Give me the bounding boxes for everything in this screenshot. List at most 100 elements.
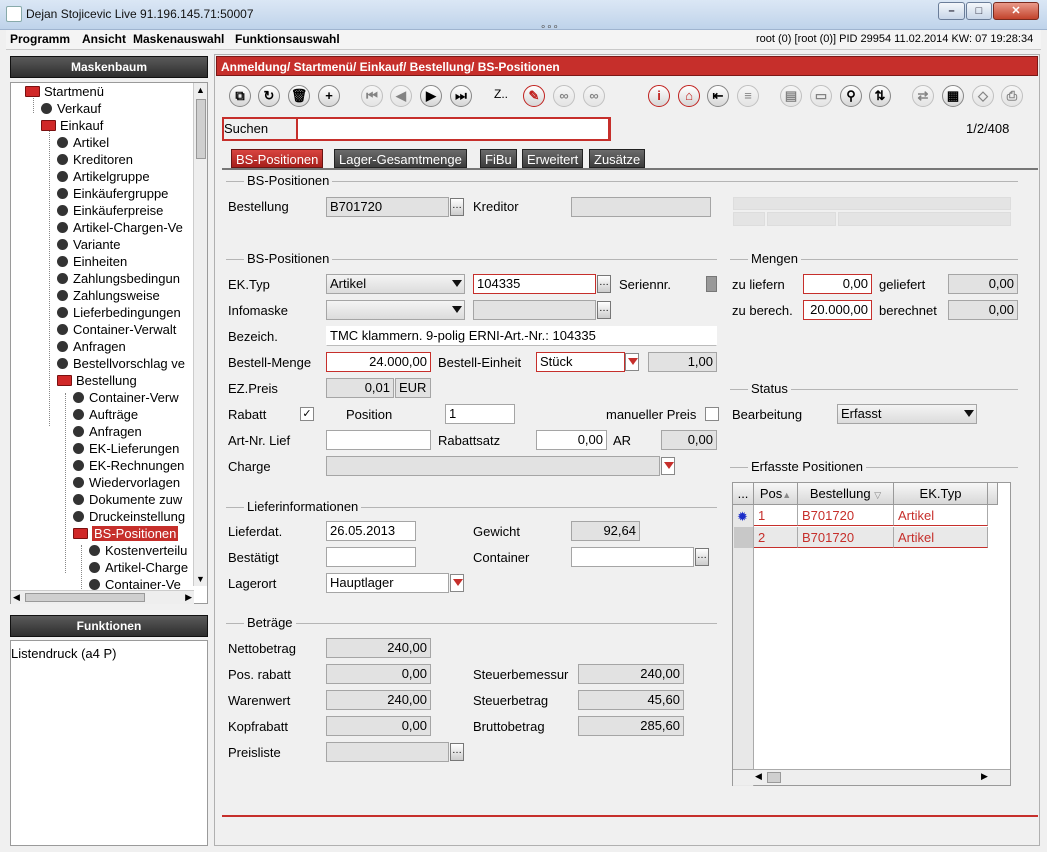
position-field[interactable]: 1 (445, 404, 515, 424)
charge-dropdown-icon[interactable] (661, 457, 675, 475)
menu-programm[interactable]: Programm (10, 32, 70, 46)
scroll-left-icon[interactable]: ◀ (13, 592, 20, 603)
add-icon[interactable]: + (318, 85, 340, 107)
kreditor-field[interactable] (571, 197, 711, 217)
delete-icon[interactable]: 🗑 (288, 85, 310, 107)
tree-item[interactable]: Kostenverteilu (89, 542, 187, 559)
next-record-icon[interactable]: ▶ (420, 85, 442, 107)
ezpreis-field[interactable]: 0,01 (326, 378, 394, 398)
prev-record-icon[interactable]: ◀ (390, 85, 412, 107)
tree-item[interactable]: Dokumente zuw (73, 491, 182, 508)
infomaske-select[interactable] (326, 300, 465, 320)
link-icon[interactable]: ∞ (553, 85, 575, 107)
zuberech-field[interactable]: 20.000,00 (803, 300, 872, 320)
scroll-right-icon[interactable]: ▶ (185, 592, 192, 603)
scroll-up-icon[interactable]: ▲ (196, 85, 205, 95)
z-label[interactable]: Z.. (494, 87, 508, 101)
tree-item[interactable]: Container-Verw (73, 389, 179, 406)
seriennr-indicator[interactable] (706, 276, 717, 292)
bestellung-field[interactable]: B701720 (326, 197, 449, 217)
rabattsatz-field[interactable]: 0,00 (536, 430, 607, 450)
hscroll-thumb[interactable] (25, 593, 145, 602)
grid-cell[interactable]: B701720 (798, 505, 894, 526)
tree-item[interactable]: Anfragen (73, 423, 142, 440)
infomaske-field[interactable] (473, 300, 596, 320)
tree-item[interactable]: Artikel (57, 134, 109, 151)
grid-hscrollbar[interactable]: ◀ ▶ (733, 769, 1010, 785)
artnr-lookup-button[interactable]: … (597, 275, 611, 293)
tree-item[interactable]: Anfragen (57, 338, 126, 355)
grid-col-pos[interactable]: Pos▲ (754, 483, 798, 505)
tab-fibu[interactable]: FiBu (480, 149, 517, 168)
tree-item[interactable]: Variante (57, 236, 120, 253)
tree-item[interactable]: Lieferbedingungen (57, 304, 181, 321)
tree-item[interactable]: EK-Rechnungen (73, 457, 184, 474)
tree-item[interactable]: Einkauf (41, 117, 103, 134)
mask-tree[interactable]: Startmenü Verkauf Einkauf Artikel Kreditoren… (10, 82, 208, 604)
tree-item[interactable]: Container-Verwalt (57, 321, 176, 338)
infomaske-lookup-button[interactable]: … (597, 301, 611, 319)
info-icon[interactable]: i (648, 85, 670, 107)
grid-cell[interactable]: 1 (754, 505, 798, 526)
bezeich-field[interactable]: TMC klammern. 9-polig ERNI-Art.-Nr.: 104… (326, 326, 717, 346)
menu-maskenauswahl[interactable]: Maskenauswahl (133, 32, 224, 46)
tab-bs-positionen[interactable]: BS-Positionen (231, 149, 324, 168)
scroll-down-icon[interactable]: ▼ (196, 574, 205, 584)
einheit-field[interactable]: Stück (536, 352, 625, 372)
stack-icon[interactable]: ▦ (942, 85, 964, 107)
tree-vertical-scrollbar[interactable]: ▲ ▼ (193, 83, 207, 586)
grid-cell[interactable]: B701720 (798, 527, 894, 548)
grid-cell[interactable]: Artikel (894, 527, 988, 548)
ektyp-select[interactable]: Artikel (326, 274, 465, 294)
search-input[interactable] (296, 117, 610, 141)
tree-item[interactable]: Zahlungsweise (57, 287, 160, 304)
artnrlief-field[interactable] (326, 430, 431, 450)
grid-col-ektyp[interactable]: EK.Typ (894, 483, 988, 505)
scroll-thumb[interactable] (196, 99, 206, 159)
grid-cell[interactable]: Artikel (894, 505, 988, 526)
export-icon[interactable]: ⇤ (707, 85, 729, 107)
maximize-button[interactable]: □ (966, 2, 992, 20)
charge-field[interactable] (326, 456, 660, 476)
hscroll-thumb[interactable] (767, 772, 781, 783)
row-header[interactable] (734, 527, 753, 548)
tree-item[interactable]: Druckeinstellung (73, 508, 185, 525)
swap-icon[interactable]: ⇄ (912, 85, 934, 107)
first-record-icon[interactable]: ⏮ (361, 85, 383, 107)
list-icon[interactable]: ≡ (737, 85, 759, 107)
tree-item[interactable]: Bestellvorschlag ve (57, 355, 185, 372)
document-icon[interactable]: ▤ (780, 85, 802, 107)
grid-col-select[interactable]: ... (733, 483, 754, 505)
bestellmenge-field[interactable]: 24.000,00 (326, 352, 431, 372)
einheit-dropdown-icon[interactable] (625, 353, 639, 371)
menu-ansicht[interactable]: Ansicht (82, 32, 126, 46)
tree-item[interactable]: Einkäuferpreise (57, 202, 163, 219)
container-field[interactable] (571, 547, 694, 567)
preisliste-lookup-button[interactable]: … (450, 743, 464, 761)
menu-funktionsauswahl[interactable]: Funktionsauswahl (235, 32, 340, 46)
tree-item[interactable]: Aufträge (73, 406, 138, 423)
lagerort-field[interactable]: Hauptlager (326, 573, 449, 593)
print-icon[interactable]: ⎙ (1001, 85, 1023, 107)
last-record-icon[interactable]: ⏭ (450, 85, 472, 107)
tree-item[interactable]: EK-Lieferungen (73, 440, 179, 457)
tree-item[interactable]: Verkauf (41, 100, 101, 117)
sort-icon[interactable]: ⇅ (869, 85, 891, 107)
refresh-icon[interactable]: ↻ (258, 85, 280, 107)
bestellung-lookup-button[interactable]: … (450, 198, 464, 216)
tree-item[interactable]: Zahlungsbedingun (57, 270, 180, 287)
lieferdat-field[interactable]: 26.05.2013 (326, 521, 416, 541)
window-icon[interactable]: ⧉ (229, 85, 251, 107)
close-button[interactable]: ✕ (993, 2, 1039, 20)
rabatt-checkbox[interactable]: ✓ (300, 407, 314, 421)
tree-item[interactable]: Einkäufergruppe (57, 185, 168, 202)
manpreis-checkbox[interactable] (705, 407, 719, 421)
container-lookup-button[interactable]: … (695, 548, 709, 566)
scroll-right-icon[interactable]: ▶ (981, 771, 988, 782)
tree-item[interactable]: BS-Positionen (73, 525, 179, 542)
grid-cell[interactable]: 2 (754, 527, 798, 548)
tree-item[interactable]: Einheiten (57, 253, 127, 270)
tree-item[interactable]: Bestellung (57, 372, 137, 389)
tree-item[interactable]: Wiedervorlagen (73, 474, 180, 491)
tree-item[interactable]: Artikel-Chargen-Ve (57, 219, 183, 236)
